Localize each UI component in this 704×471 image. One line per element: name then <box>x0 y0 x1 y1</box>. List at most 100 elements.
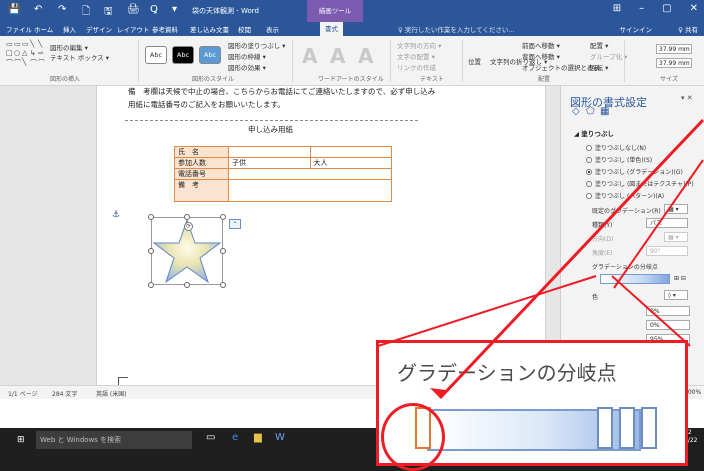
direction-dropdown[interactable]: ▦ ▾ <box>664 232 688 242</box>
preview-icon[interactable]: Ꝗ <box>150 4 158 15</box>
text-align-button[interactable]: 文字の配置 ▾ <box>397 51 435 61</box>
close-button[interactable]: ✕ <box>690 3 698 14</box>
shape-icon[interactable]: ⌒ <box>14 58 22 67</box>
form-label-count[interactable]: 参加人数 <box>174 157 229 169</box>
shape-icon[interactable]: △ <box>22 49 30 58</box>
radio-no-fill[interactable]: 塗りつぶしなし(N) <box>586 143 646 152</box>
form-label-phone[interactable]: 電話番号 <box>174 168 229 180</box>
resize-handle[interactable] <box>220 282 226 288</box>
height-field[interactable]: 37.99 mm <box>656 44 692 54</box>
minimize-button[interactable]: – <box>639 3 644 14</box>
resize-handle[interactable] <box>184 214 190 220</box>
layout-options-icon[interactable]: ⌃ <box>229 219 241 229</box>
form-label-name[interactable]: 氏 名 <box>174 146 229 158</box>
maximize-button[interactable]: ▢ <box>662 3 671 14</box>
open-icon[interactable]: 🖫 <box>104 4 113 21</box>
position-button[interactable]: 位置 <box>468 56 481 66</box>
form-cell[interactable] <box>228 168 392 180</box>
print-icon[interactable]: 🖨 <box>127 4 140 15</box>
task-view-icon[interactable]: ▭ <box>206 432 215 443</box>
radio-picture-fill[interactable]: 塗りつぶし (図またはテクスチャ)(P) <box>586 179 694 188</box>
tab-references[interactable]: 参考資料 <box>152 24 178 34</box>
layout-properties-icon[interactable]: ▦ <box>600 106 609 117</box>
resize-handle[interactable] <box>220 248 226 254</box>
resize-handle[interactable] <box>148 248 154 254</box>
gradient-type-dropdown[interactable]: パス <box>646 218 688 228</box>
wordart-style-3[interactable]: A <box>358 44 373 68</box>
shape-icon[interactable]: ⌒ <box>30 58 38 67</box>
radio-pattern-fill[interactable]: 塗りつぶし (パターン)(A) <box>586 191 664 200</box>
shape-icon[interactable]: ▭ <box>22 40 30 49</box>
body-text-line2[interactable]: 用紙に電話番号のご記入をお願いいたします。 <box>128 99 285 110</box>
shape-icon[interactable]: ○ <box>14 49 22 58</box>
rotate-button[interactable]: 回転 ▾ <box>590 62 608 72</box>
redo-icon[interactable]: ↷ <box>58 4 66 15</box>
word-taskbar-icon[interactable]: W <box>275 432 285 443</box>
stop-color-dropdown[interactable]: ◊ ▾ <box>664 290 688 300</box>
form-cell[interactable] <box>309 146 392 158</box>
fill-section-header[interactable]: ◢ 塗りつぶし <box>574 128 614 138</box>
undo-icon[interactable]: ↶ <box>34 4 42 15</box>
gradient-stops-bar[interactable] <box>600 274 670 284</box>
group-button[interactable]: グループ化 ▾ <box>590 51 627 61</box>
send-backward-button[interactable]: 背面へ移動 ▾ <box>522 51 560 61</box>
shape-icon[interactable]: ▭ <box>14 40 22 49</box>
edge-icon[interactable]: e <box>232 432 238 443</box>
shape-fill-button[interactable]: 図形の塗りつぶし ▾ <box>228 40 285 50</box>
form-cell[interactable]: 大人 <box>309 157 392 169</box>
gradient-stop[interactable] <box>619 407 635 449</box>
shape-outline-button[interactable]: 図形の枠線 ▾ <box>228 51 266 61</box>
angle-field[interactable]: 90° <box>646 246 688 256</box>
shape-icon[interactable]: □ <box>6 49 14 58</box>
resize-handle[interactable] <box>148 214 154 220</box>
shape-icon[interactable]: ╲ <box>30 40 38 49</box>
create-link-button[interactable]: リンクの作成 <box>397 62 436 72</box>
tab-design[interactable]: デザイン <box>86 24 112 34</box>
shape-icon[interactable]: ⌒ <box>6 58 14 67</box>
form-cell[interactable] <box>228 146 311 158</box>
signin-link[interactable]: サインイン <box>620 24 653 34</box>
width-field[interactable]: 37.99 mm <box>656 58 692 68</box>
explorer-icon[interactable]: ▆ <box>254 432 262 443</box>
form-heading[interactable]: 申し込み用紙 <box>248 124 293 135</box>
align-button[interactable]: 配置 ▾ <box>590 40 608 50</box>
radio-solid-fill[interactable]: 塗りつぶし (単色)(S) <box>586 155 652 164</box>
resize-handle[interactable] <box>184 282 190 288</box>
shape-icon[interactable]: ╲ <box>22 58 30 67</box>
add-stop-icon[interactable]: ⊞ ⊟ <box>674 275 686 282</box>
resize-handle[interactable] <box>148 282 154 288</box>
text-direction-button[interactable]: 文字列の方向 ▾ <box>397 40 441 50</box>
shapes-gallery[interactable]: ▭ ▭ ▭ ╲ ╲ □ ○ △ ↳ ⇨ ⌒ ⌒ ╲ ⌒ ⌒ <box>6 40 46 68</box>
tab-insert[interactable]: 挿入 <box>63 24 76 34</box>
language-indicator[interactable]: 英語 (米国) <box>96 389 127 398</box>
stop-transparency-field[interactable]: 0% <box>646 320 690 330</box>
shape-effects-button[interactable]: 図形の効果 ▾ <box>228 62 266 72</box>
tab-format[interactable]: 書式 <box>320 22 343 36</box>
shape-icon[interactable]: ▭ <box>6 40 14 49</box>
gradient-stop[interactable] <box>597 407 613 449</box>
body-text-line1[interactable]: 備 考欄は天候で中止の場合、こちらからお電話にてご連絡いたしますので、必ず申し込… <box>128 86 435 97</box>
radio-gradient-fill[interactable]: 塗りつぶし (グラデーション)(G) <box>586 167 683 176</box>
tab-file[interactable]: ファイル <box>6 24 32 34</box>
shape-style-2[interactable]: Abc <box>172 46 194 64</box>
edit-shape-button[interactable]: 図形の編集 ▾ <box>50 42 88 52</box>
tab-review[interactable]: 校閲 <box>238 24 251 34</box>
fill-line-icon[interactable]: ◇ <box>572 106 580 117</box>
gradient-stop[interactable] <box>641 407 657 449</box>
effects-icon[interactable]: ⬠ <box>586 106 595 117</box>
tab-home[interactable]: ホーム <box>34 24 53 34</box>
word-count[interactable]: 284 文字 <box>52 389 77 398</box>
taskbar-search[interactable]: Web と Windows を検索 <box>36 431 192 449</box>
page-count[interactable]: 1/1 ページ <box>8 389 37 398</box>
tell-me-box[interactable]: ♀ 実行したい作業を入力してください... <box>398 24 515 34</box>
shape-icon[interactable]: ↳ <box>30 49 38 58</box>
share-button[interactable]: ♀ 共有 <box>678 24 698 34</box>
wordart-style-1[interactable]: A <box>302 44 317 68</box>
shape-icon[interactable]: ⌒ <box>38 58 46 67</box>
tab-layout[interactable]: レイアウト <box>117 24 150 34</box>
tab-view[interactable]: 表示 <box>266 24 279 34</box>
windows-start-icon[interactable]: ⊞ <box>17 435 27 445</box>
customize-qat-icon[interactable]: ▾ <box>172 4 177 15</box>
form-label-notes[interactable]: 備 考 <box>174 179 229 202</box>
stop-position-field[interactable]: 0% <box>646 306 690 316</box>
